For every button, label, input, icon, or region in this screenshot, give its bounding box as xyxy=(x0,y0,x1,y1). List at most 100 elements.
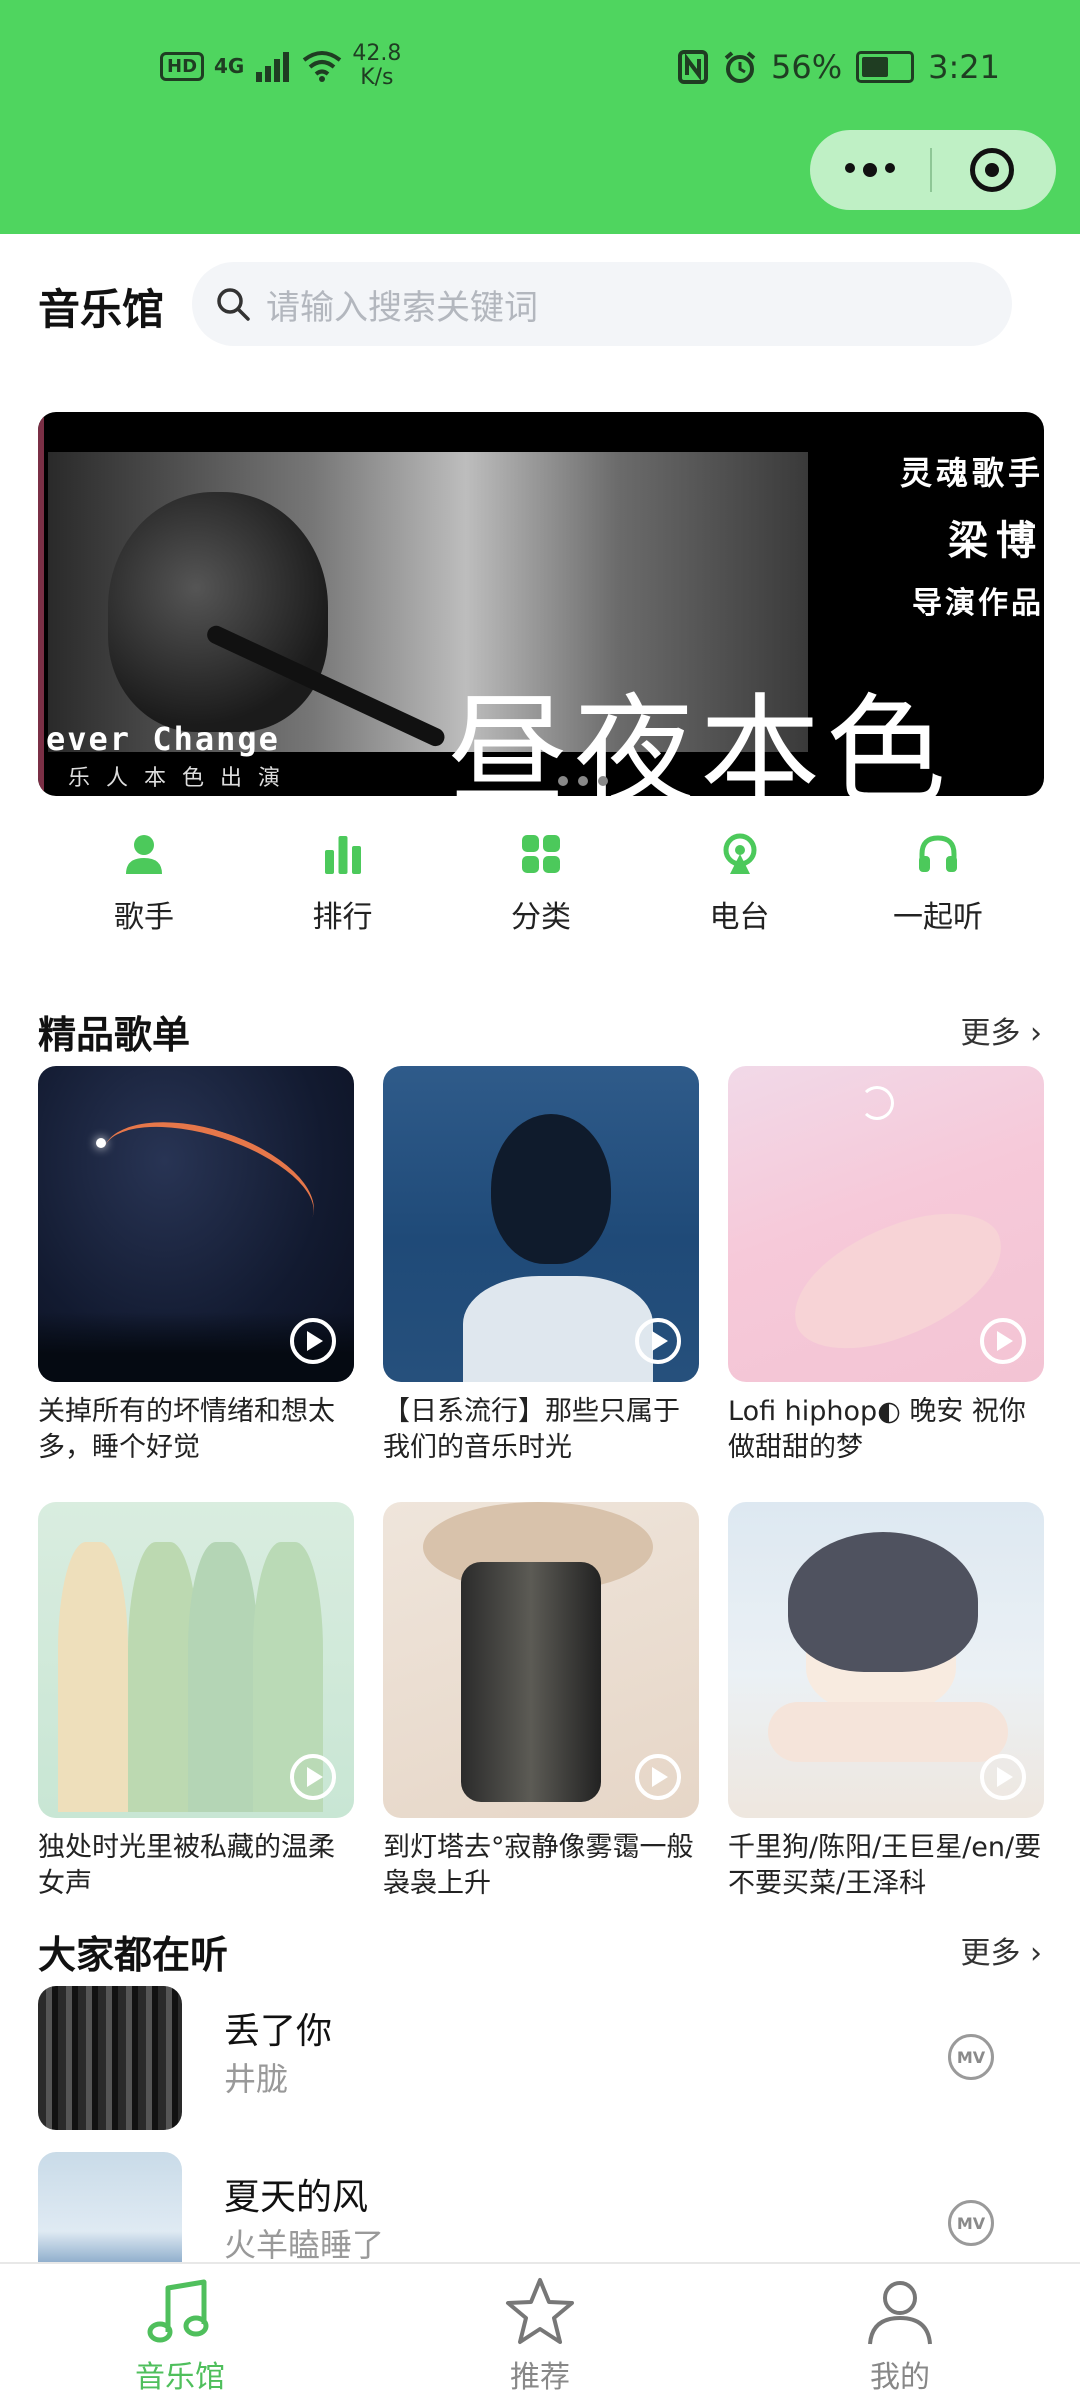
play-icon[interactable] xyxy=(980,1754,1026,1800)
play-icon[interactable] xyxy=(290,1754,336,1800)
quick-entry-label: 电台 xyxy=(709,900,770,935)
target-icon xyxy=(970,148,1014,192)
banner-line-3: 导演作品 xyxy=(912,586,1044,621)
search-bar[interactable]: 请输入搜索关键词 xyxy=(192,262,1012,346)
search-icon xyxy=(217,288,250,321)
person-shirt xyxy=(463,1276,653,1382)
quick-entry-singer[interactable]: 歌手 xyxy=(74,832,214,936)
can-shape xyxy=(461,1562,601,1802)
play-icon[interactable] xyxy=(980,1318,1026,1364)
status-right: 56% 3:21 xyxy=(677,48,1000,86)
banner-line-2: 梁博 xyxy=(948,518,1044,564)
page-dot xyxy=(558,776,568,786)
star-icon xyxy=(506,2278,574,2344)
headphones-icon xyxy=(919,835,957,872)
moon-shape xyxy=(860,1086,894,1120)
clock: 3:21 xyxy=(928,48,1000,86)
quick-entry-label: 分类 xyxy=(511,900,571,935)
playlist-card[interactable]: 独处时光里被私藏的温柔女声 xyxy=(38,1502,354,1902)
quick-entry-listen-together[interactable]: 一起听 xyxy=(868,832,1008,936)
playlist-cover xyxy=(383,1066,699,1382)
quick-entry-label: 排行 xyxy=(312,900,373,935)
playlist-card[interactable]: 【日系流行】那些只属于我们的音乐时光 xyxy=(383,1066,699,1466)
quick-entry-radio[interactable]: 电台 xyxy=(670,832,810,936)
more-menu-button[interactable] xyxy=(810,163,930,177)
close-miniprogram-button[interactable] xyxy=(932,148,1052,192)
music-note-icon xyxy=(147,2279,209,2343)
song-name: 夏天的风 xyxy=(224,2177,369,2218)
radio-icon xyxy=(723,833,756,874)
playlists-more-link[interactable]: 更多 › xyxy=(960,1008,1042,1052)
playlist-cover xyxy=(383,1502,699,1818)
song-artist: 火羊瞌睡了 xyxy=(224,2226,385,2264)
page-title: 音乐馆 xyxy=(38,285,165,334)
page-dot xyxy=(598,776,608,786)
mv-icon[interactable]: MV xyxy=(948,2034,994,2080)
search-placeholder: 请输入搜索关键词 xyxy=(266,287,538,328)
battery-icon xyxy=(856,51,915,83)
playlist-title: 【日系流行】那些只属于我们的音乐时光 xyxy=(383,1396,680,1463)
popular-more-link[interactable]: 更多 › xyxy=(960,1928,1042,1972)
dot-icon xyxy=(845,163,855,173)
play-icon[interactable] xyxy=(290,1318,336,1364)
user-icon xyxy=(868,2281,932,2345)
meteor-arc xyxy=(87,1098,329,1268)
net-speed: 42.8 K/s xyxy=(352,42,401,90)
banner-english: ever Change xyxy=(46,720,280,758)
alarm-icon xyxy=(724,51,756,83)
banner-big-title: 昼夜本色 xyxy=(448,683,952,796)
section-title-playlists: 精品歌单 xyxy=(38,1013,191,1057)
promo-banner[interactable]: 灵魂歌手 梁博 导演作品 昼夜本色 ever Change 乐人本色出演 xyxy=(38,412,1044,796)
play-icon[interactable] xyxy=(635,1318,681,1364)
playlist-card[interactable]: Lofi hiphop◐ 晚安 祝你做甜甜的梦 xyxy=(728,1066,1044,1466)
song-cover xyxy=(38,1986,182,2130)
section-title-popular: 大家都在听 xyxy=(38,1933,229,1977)
play-icon[interactable] xyxy=(635,1754,681,1800)
quick-entry-ranking[interactable]: 排行 xyxy=(273,832,413,936)
playlist-cover xyxy=(728,1502,1044,1818)
quick-entry-category[interactable]: 分类 xyxy=(471,832,611,936)
playlist-title: 千里狗/陈阳/王巨星/en/要不要买菜/王泽科 xyxy=(728,1832,1042,1899)
dot-icon xyxy=(863,163,877,177)
playlist-cover xyxy=(728,1066,1044,1382)
banner-line-1: 灵魂歌手 xyxy=(899,454,1044,492)
tab-label: 音乐馆 xyxy=(135,2360,225,2395)
quick-entry-label: 一起听 xyxy=(893,900,983,935)
tab-mine[interactable]: 我的 xyxy=(800,2264,1000,2396)
tab-label: 推荐 xyxy=(510,2360,570,2395)
song-name: 丢了你 xyxy=(224,2011,333,2052)
dot-icon xyxy=(885,163,895,173)
status-bar: HD 4G 42.8 K/s 56% 3:21 xyxy=(0,0,1080,234)
mv-icon[interactable]: MV xyxy=(948,2200,994,2246)
tab-recommend[interactable]: 推荐 xyxy=(440,2264,640,2396)
hd-badge: HD xyxy=(160,51,205,81)
song-row[interactable]: 丢了你 井胧 MV xyxy=(38,1986,1044,2130)
person-icon xyxy=(126,835,162,874)
chevron-right-icon: › xyxy=(1030,1936,1042,1971)
quick-entry-row: 歌手 排行 分类 电台 一起听 xyxy=(38,832,1044,936)
bottom-tab-bar: 音乐馆 推荐 我的 xyxy=(0,2262,1080,2402)
playlist-card[interactable]: 到灯塔去°寂静像雾霭一般袅袅上升 xyxy=(383,1502,699,1902)
signal-icon xyxy=(256,52,290,82)
playlist-title: 到灯塔去°寂静像雾霭一般袅袅上升 xyxy=(383,1832,694,1899)
chevron-right-icon: › xyxy=(1030,1016,1042,1051)
person-head xyxy=(491,1114,611,1264)
page-dot xyxy=(578,776,588,786)
meteor-star xyxy=(96,1138,106,1148)
playlist-cover xyxy=(38,1502,354,1818)
singer-figure xyxy=(108,492,328,732)
tab-label: 我的 xyxy=(870,2360,930,2395)
bar-chart-icon xyxy=(324,836,361,874)
playlist-title: Lofi hiphop◐ 晚安 祝你做甜甜的梦 xyxy=(728,1396,1026,1463)
playlist-card[interactable]: 千里狗/陈阳/王巨星/en/要不要买菜/王泽科 xyxy=(728,1502,1044,1902)
song-artist: 井胧 xyxy=(224,2060,289,2098)
tab-music-hall[interactable]: 音乐馆 xyxy=(80,2264,280,2396)
net-speed-value: 42.8 xyxy=(352,41,402,66)
wifi-icon xyxy=(303,51,342,82)
playlist-card[interactable]: 关掉所有的坏情绪和想太多，睡个好觉 xyxy=(38,1066,354,1466)
battery-percent: 56% xyxy=(771,48,843,86)
quick-entry-label: 歌手 xyxy=(114,900,174,935)
nfc-icon xyxy=(678,50,709,84)
network-label: 4G xyxy=(214,54,245,78)
more-label: 更多 xyxy=(960,1016,1021,1051)
